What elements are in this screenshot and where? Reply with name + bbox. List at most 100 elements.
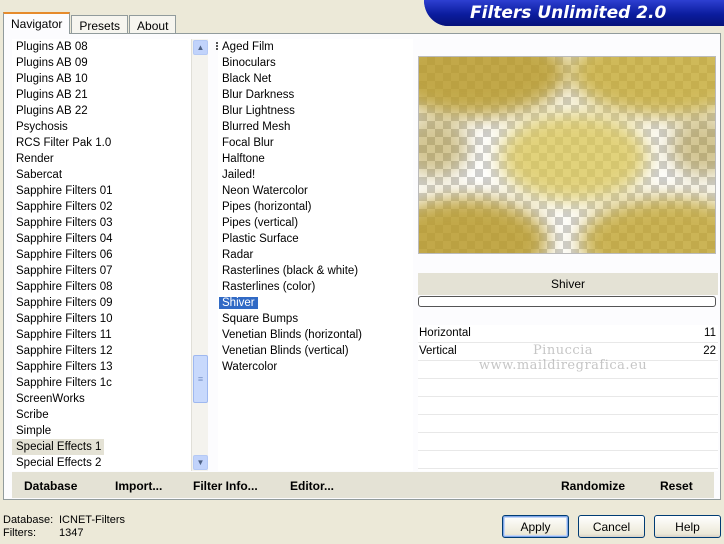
category-item[interactable]: Plugins AB 22 — [12, 103, 191, 119]
category-item[interactable]: Plugins AB 10 — [12, 71, 191, 87]
category-scrollbar[interactable]: ▲ ≡ ▼ — [191, 39, 208, 471]
filter-item[interactable]: Radar — [218, 247, 413, 263]
filter-item-label: Watercolor — [222, 361, 278, 373]
category-item[interactable]: Sapphire Filters 04 — [12, 231, 191, 247]
category-item[interactable]: Sapphire Filters 13 — [12, 359, 191, 375]
param-value[interactable]: 11 — [704, 325, 716, 342]
filter-item-label: Jailed! — [222, 169, 256, 181]
param-row-horizontal[interactable]: Horizontal 11 — [418, 325, 718, 343]
title-banner: Filters Unlimited 2.0 — [424, 0, 724, 26]
filter-item-label: Pipes (horizontal) — [222, 201, 312, 213]
param-label: Horizontal — [419, 327, 471, 339]
category-item[interactable]: Sapphire Filters 02 — [12, 199, 191, 215]
filter-item[interactable]: Blurred Mesh — [218, 119, 413, 135]
param-value[interactable]: 22 — [703, 343, 716, 360]
category-item[interactable]: Plugins AB 09 — [12, 55, 191, 71]
category-item[interactable]: Sabercat — [12, 167, 191, 183]
category-item[interactable]: Sapphire Filters 1c — [12, 375, 191, 391]
filter-item[interactable]: Venetian Blinds (vertical) — [218, 343, 413, 359]
category-item[interactable]: Sapphire Filters 09 — [12, 295, 191, 311]
category-item[interactable]: Scribe — [12, 407, 191, 423]
cancel-button[interactable]: Cancel — [578, 515, 645, 538]
category-item[interactable]: ScreenWorks — [12, 391, 191, 407]
filter-item-label: Blur Lightness — [222, 105, 295, 117]
category-item[interactable]: Plugins AB 21 — [12, 87, 191, 103]
tab-navigator[interactable]: Navigator — [3, 12, 71, 34]
scroll-up-button[interactable]: ▲ — [193, 40, 208, 55]
param-row-empty — [418, 397, 718, 415]
category-item[interactable]: Sapphire Filters 12 — [12, 343, 191, 359]
filter-item-label: Binoculars — [222, 57, 276, 69]
tab-presets[interactable]: Presets — [71, 15, 129, 35]
watermark: Pinuccia www.maildiregrafica.eu — [463, 343, 663, 373]
param-row-empty — [418, 433, 718, 451]
apply-button[interactable]: Apply — [502, 515, 569, 538]
filter-item-label: Pipes (vertical) — [222, 217, 299, 229]
filter-item[interactable]: Aged Film — [218, 39, 413, 55]
filter-item[interactable]: Jailed! — [218, 167, 413, 183]
current-filter-name: Shiver — [418, 273, 718, 295]
category-item[interactable]: RCS Filter Pak 1.0 — [12, 135, 191, 151]
category-item[interactable]: Special Effects 2 — [12, 455, 191, 471]
reset-button[interactable]: Reset — [660, 479, 693, 493]
filter-item-selected[interactable]: Shiver — [218, 295, 413, 311]
filter-item[interactable]: Black Net — [218, 71, 413, 87]
category-item[interactable]: Plugins AB 08 — [12, 39, 191, 55]
filter-item[interactable]: Pipes (vertical) — [218, 215, 413, 231]
category-item[interactable]: Sapphire Filters 03 — [12, 215, 191, 231]
filter-item[interactable]: Binoculars — [218, 55, 413, 71]
watermark-line: Pinuccia — [532, 343, 594, 358]
filter-item[interactable]: Neon Watercolor — [218, 183, 413, 199]
tab-strip: Navigator Presets About — [3, 12, 177, 35]
filter-item-label: Plastic Surface — [222, 233, 299, 245]
filter-item[interactable]: Plastic Surface — [218, 231, 413, 247]
database-value: ICNET-Filters — [59, 514, 125, 526]
param-row-empty — [418, 379, 718, 397]
filter-item-label: Halftone — [222, 153, 265, 165]
category-item[interactable]: Sapphire Filters 06 — [12, 247, 191, 263]
filter-item[interactable]: Blur Lightness — [218, 103, 413, 119]
filter-item-label: Neon Watercolor — [222, 185, 308, 197]
filter-item[interactable]: Rasterlines (black & white) — [218, 263, 413, 279]
filter-item[interactable]: Blur Darkness — [218, 87, 413, 103]
category-item[interactable]: Simple — [12, 423, 191, 439]
category-item[interactable]: Psychosis — [12, 119, 191, 135]
filter-item-label: Rasterlines (color) — [222, 281, 316, 293]
database-label: Database: — [3, 514, 54, 526]
database-button[interactable]: Database — [24, 479, 77, 493]
app-title: Filters Unlimited 2.0 — [470, 3, 667, 23]
filter-item[interactable]: Halftone — [218, 151, 413, 167]
filter-item-label: Rasterlines (black & white) — [222, 265, 359, 277]
filter-item[interactable]: Square Bumps — [218, 311, 413, 327]
editor-button[interactable]: Editor... — [290, 479, 334, 493]
bottom-toolbar: Database Import... Filter Info... Editor… — [12, 472, 714, 498]
category-item[interactable]: Sapphire Filters 01 — [12, 183, 191, 199]
filter-item[interactable]: Watercolor — [218, 359, 413, 375]
filter-list[interactable]: Aged Film Binoculars Black Net Blur Darknes… — [218, 39, 413, 471]
filter-info-button[interactable]: Filter Info... — [193, 479, 258, 493]
filter-item-label: Focal Blur — [222, 137, 274, 149]
category-item[interactable]: Sapphire Filters 11 — [12, 327, 191, 343]
scroll-down-button[interactable]: ▼ — [193, 455, 208, 470]
preview-image — [418, 56, 716, 254]
filter-item-label: Black Net — [222, 73, 272, 85]
filter-item[interactable]: Pipes (horizontal) — [218, 199, 413, 215]
scroll-thumb[interactable]: ≡ — [193, 355, 208, 403]
category-item[interactable]: Sapphire Filters 10 — [12, 311, 191, 327]
import-button[interactable]: Import... — [115, 479, 162, 493]
tab-about[interactable]: About — [129, 15, 177, 35]
category-item[interactable]: Render — [12, 151, 191, 167]
help-button[interactable]: Help — [654, 515, 721, 538]
filter-item[interactable]: Rasterlines (color) — [218, 279, 413, 295]
category-item-selected[interactable]: Special Effects 1 — [12, 439, 104, 455]
category-list[interactable]: Plugins AB 08 Plugins AB 09 Plugins AB 10 P… — [12, 39, 191, 471]
filter-item[interactable]: Venetian Blinds (horizontal) — [218, 327, 413, 343]
randomize-button[interactable]: Randomize — [561, 479, 625, 493]
category-item[interactable]: Sapphire Filters 08 — [12, 279, 191, 295]
filter-item-label: Venetian Blinds (vertical) — [222, 345, 349, 357]
status-info: Database: ICNET-Filters Filters: 1347 — [3, 514, 125, 540]
filters-label: Filters: — [3, 527, 36, 539]
filter-item[interactable]: Focal Blur — [218, 135, 413, 151]
filter-item-label: Square Bumps — [222, 313, 299, 325]
category-item[interactable]: Sapphire Filters 07 — [12, 263, 191, 279]
